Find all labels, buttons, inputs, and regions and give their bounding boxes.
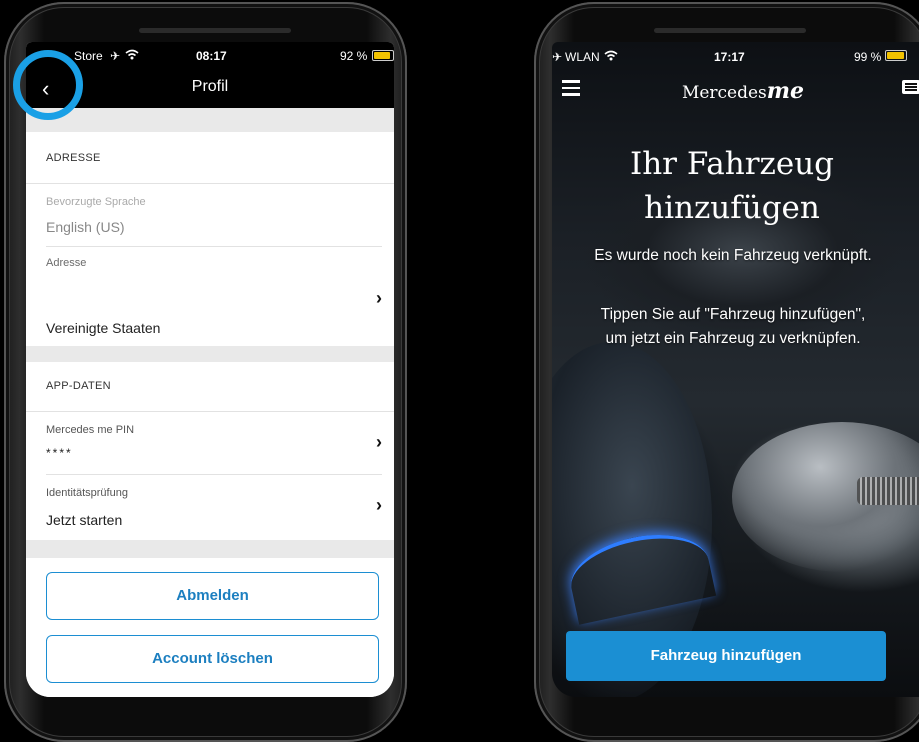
hero-title-line: Ihr Fahrzeug (629, 146, 835, 182)
car-grille (857, 477, 919, 505)
airplane-icon: ✈ (552, 50, 563, 64)
wifi-icon (604, 50, 618, 64)
pin-label: Mercedes me PIN (46, 424, 135, 436)
section-spacer (26, 346, 394, 362)
speaker-grill (654, 28, 806, 33)
hero-instruction: Tippen Sie auf "Fahrzeug hinzufügen", um… (552, 303, 914, 351)
brand-name: Mercedes (681, 83, 767, 103)
language-field[interactable]: English (US) (46, 219, 125, 235)
chevron-right-icon: › (376, 288, 382, 308)
phone-frame-left: Store ✈ 08:17 92 % ‹ Profil ADRESSE Bevo… (4, 2, 407, 742)
section-header-address: ADRESSE (46, 152, 101, 164)
identity-row[interactable]: Identitätsprüfung › Jetzt starten (26, 475, 394, 540)
add-vehicle-button[interactable]: Fahrzeug hinzufügen (566, 631, 886, 681)
speaker-grill (139, 28, 291, 33)
chevron-right-icon: › (376, 432, 382, 452)
section-spacer (26, 108, 394, 132)
actions-card: Abmelden Account löschen (26, 558, 394, 697)
message-icon[interactable] (902, 80, 919, 94)
section-header-app-data: APP-DATEN (46, 380, 111, 392)
add-vehicle-screen: ✈ WLAN 17:17 99 % Mercedesme Ihr Fahrzeu… (552, 42, 919, 697)
hero-text: Es wurde noch kein Fahrzeug verknüpft. (594, 247, 872, 264)
address-label: Adresse (46, 257, 87, 269)
identity-value: Jetzt starten (46, 512, 123, 528)
clock: 17:17 (714, 50, 745, 64)
battery-icon (372, 50, 394, 61)
app-data-card: APP-DATEN Mercedes me PIN › **** Identit… (26, 362, 394, 540)
address-card: ADRESSE Bevorzugte Sprache English (US) … (26, 132, 394, 346)
battery-icon (885, 50, 907, 61)
address-row[interactable]: Adresse › Vereinigte Staaten (26, 247, 394, 346)
hero-instruction-line: um jetzt ein Fahrzeug zu verknüpfen. (605, 330, 861, 347)
delete-account-button[interactable]: Account löschen (46, 635, 379, 683)
section-spacer (26, 540, 394, 558)
airplane-icon: ✈ (110, 49, 121, 63)
carrier-label: WLAN (565, 50, 600, 64)
profile-screen: Store ✈ 08:17 92 % ‹ Profil ADRESSE Bevo… (26, 42, 394, 697)
battery-percent: 92 % (340, 49, 368, 63)
address-value: Vereinigte Staaten (46, 320, 161, 336)
logout-button[interactable]: Abmelden (46, 572, 379, 620)
brand-logo: Mercedesme (552, 78, 919, 104)
pin-row[interactable]: Mercedes me PIN › **** (26, 412, 394, 474)
pin-value: **** (46, 446, 73, 460)
phone-frame-right: ✈ WLAN 17:17 99 % Mercedesme Ihr Fahrzeu… (534, 2, 919, 742)
brand-suffix: me (766, 78, 805, 104)
clock: 08:17 (196, 49, 227, 63)
hero-title: Ihr Fahrzeug hinzufügen (552, 142, 912, 230)
identity-label: Identitätsprüfung (46, 487, 128, 499)
hero-instruction-line: Tippen Sie auf "Fahrzeug hinzufügen", (600, 306, 866, 323)
wifi-icon (125, 49, 139, 63)
battery-percent: 99 % (854, 50, 882, 64)
hero-title-line: hinzufügen (644, 190, 820, 226)
language-label: Bevorzugte Sprache (46, 196, 146, 208)
divider (26, 183, 394, 184)
status-bar: ✈ WLAN 17:17 99 % (552, 42, 919, 68)
highlight-circle (13, 50, 83, 120)
carrier-label: Store (74, 49, 103, 63)
status-bar: Store ✈ 08:17 92 % (26, 42, 394, 68)
chevron-right-icon: › (376, 495, 382, 515)
